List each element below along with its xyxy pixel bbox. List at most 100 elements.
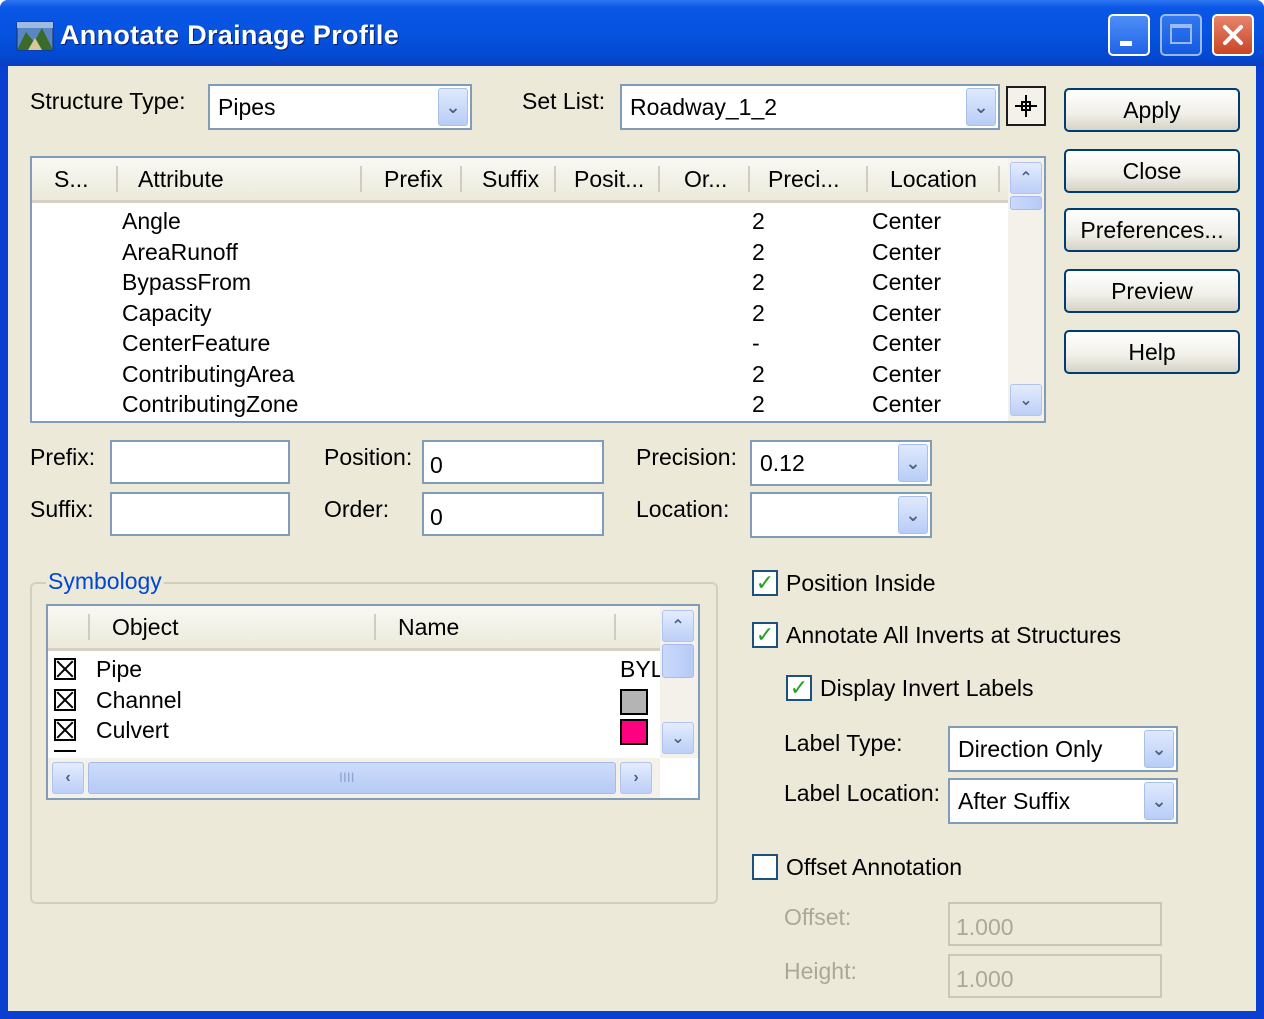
offset-input[interactable]: 1.000 [948, 902, 1162, 946]
table-row[interactable]: Angle 2 Center [32, 208, 1008, 239]
color-swatch[interactable] [620, 689, 648, 715]
col-header-name[interactable]: Name [398, 614, 459, 641]
scroll-thumb[interactable] [1010, 196, 1042, 210]
attribute-table-header: S... Attribute Prefix Suffix Posit... Or… [32, 158, 1008, 203]
symbology-vscrollbar[interactable]: ⌃ ⌄ [660, 606, 698, 758]
label-type-label: Label Type: [784, 730, 903, 756]
chevron-down-icon[interactable]: ⌄ [1144, 730, 1174, 768]
location-select[interactable]: ⌄ [750, 492, 932, 538]
minimize-icon [1120, 41, 1132, 46]
chevron-down-icon[interactable]: ⌄ [1144, 782, 1174, 820]
display-invert-labels-label[interactable]: Display Invert Labels [820, 675, 1034, 702]
dialog-window: Annotate Drainage Profile Structure Type… [0, 0, 1264, 1019]
suffix-input[interactable] [110, 492, 290, 536]
attribute-table[interactable]: S... Attribute Prefix Suffix Posit... Or… [30, 156, 1046, 423]
structure-type-label: Structure Type: [30, 88, 186, 114]
col-header-prefix[interactable]: Prefix [384, 166, 443, 193]
col-header-suffix[interactable]: Suffix [482, 166, 539, 193]
label-type-select[interactable]: Direction Only ⌄ [948, 726, 1178, 772]
height-input[interactable]: 1.000 [948, 954, 1162, 998]
label-location-value: After Suffix [958, 788, 1071, 814]
annotate-all-inverts-label[interactable]: Annotate All Inverts at Structures [786, 622, 1121, 649]
structure-type-value: Pipes [218, 94, 276, 120]
color-swatch[interactable] [620, 719, 648, 745]
prefix-input[interactable] [110, 440, 290, 484]
list-item[interactable]: Pipe BYL [48, 656, 664, 687]
table-row[interactable]: ContributingArea 2 Center [32, 361, 1008, 392]
precision-label: Precision: [636, 444, 737, 470]
object-cell: Culvert [96, 717, 169, 743]
table-row[interactable]: AreaRunoff 2 Center [32, 239, 1008, 270]
close-window-button[interactable] [1212, 14, 1254, 56]
chevron-down-icon[interactable]: ⌄ [662, 722, 694, 754]
position-input[interactable]: 0 [422, 440, 604, 484]
symbology-table[interactable]: Object Name Pipe BYL Channel Culvert ⌃ ⌄… [46, 604, 700, 800]
offset-annotation-label[interactable]: Offset Annotation [786, 854, 962, 881]
table-row[interactable]: BypassFrom 2 Center [32, 269, 1008, 300]
chevron-down-icon[interactable]: ⌄ [898, 444, 928, 482]
structure-type-select[interactable]: Pipes ⌄ [208, 84, 472, 130]
preferences-button[interactable]: Preferences... [1064, 208, 1240, 252]
scroll-thumb[interactable]: IIII [88, 762, 616, 794]
scroll-thumb[interactable] [662, 644, 694, 678]
precision-cell: 2 [752, 239, 765, 265]
position-label: Position: [324, 444, 413, 470]
attribute-cell: CenterFeature [122, 330, 271, 356]
minimize-button[interactable] [1108, 14, 1150, 56]
chevron-up-icon[interactable]: ⌃ [1010, 162, 1042, 194]
chevron-left-icon[interactable]: ‹ [52, 762, 84, 794]
chevron-right-icon[interactable]: › [620, 762, 652, 794]
checkbox-x-icon[interactable] [54, 658, 76, 680]
display-invert-labels-checkbox[interactable]: ✓ [786, 675, 812, 701]
table-row[interactable]: Capacity 2 Center [32, 300, 1008, 331]
order-label: Order: [324, 496, 390, 522]
col-header-attribute[interactable]: Attribute [138, 166, 224, 193]
checkbox-x-icon[interactable] [54, 719, 76, 741]
table-row[interactable]: ContributingZone 2 Center [32, 391, 1008, 421]
col-header-object[interactable]: Object [112, 614, 178, 641]
list-item[interactable]: Channel [48, 687, 660, 718]
annotate-all-inverts-checkbox[interactable]: ✓ [752, 622, 778, 648]
symbology-title: Symbology [46, 568, 164, 595]
value-cell: BYL [620, 656, 664, 682]
set-list-value: Roadway_1_2 [630, 94, 778, 120]
col-header-s[interactable]: S... [54, 166, 89, 193]
position-value: 0 [430, 452, 443, 478]
table-row[interactable]: CenterFeature - Center [32, 330, 1008, 361]
app-icon [16, 21, 54, 51]
col-header-location[interactable]: Location [890, 166, 977, 193]
help-button[interactable]: Help [1064, 330, 1240, 374]
attribute-cell: Angle [122, 208, 181, 234]
symbology-hscrollbar[interactable]: ‹ IIII › [48, 758, 660, 798]
chevron-up-icon[interactable]: ⌃ [662, 610, 694, 642]
col-header-precision[interactable]: Preci... [768, 166, 840, 193]
maximize-button[interactable] [1160, 14, 1202, 56]
close-button[interactable]: Close [1064, 149, 1240, 193]
offset-value: 1.000 [956, 914, 1014, 940]
chevron-down-icon[interactable]: ⌄ [966, 88, 996, 126]
precision-select[interactable]: 0.12 ⌄ [750, 440, 932, 486]
suffix-label: Suffix: [30, 496, 94, 522]
offset-annotation-checkbox[interactable] [752, 854, 778, 880]
set-list-select[interactable]: Roadway_1_2 ⌄ [620, 84, 1000, 130]
list-item[interactable]: Culvert [48, 717, 660, 748]
attribute-table-scrollbar[interactable]: ⌃ ⌄ [1008, 158, 1044, 421]
label-location-label: Label Location: [784, 780, 941, 806]
order-input[interactable]: 0 [422, 492, 604, 536]
title-bar[interactable]: Annotate Drainage Profile [0, 0, 1264, 66]
chevron-down-icon[interactable]: ⌄ [1010, 384, 1042, 416]
chevron-down-icon[interactable]: ⌄ [438, 88, 468, 126]
checkbox-x-icon[interactable] [54, 689, 76, 711]
chevron-down-icon[interactable]: ⌄ [898, 496, 928, 534]
col-header-position[interactable]: Posit... [574, 166, 644, 193]
col-header-order[interactable]: Or... [684, 166, 727, 193]
position-inside-checkbox[interactable]: ✓ [752, 570, 778, 596]
label-location-select[interactable]: After Suffix ⌄ [948, 778, 1178, 824]
location-cell: Center [872, 330, 942, 356]
preview-button[interactable]: Preview [1064, 269, 1240, 313]
apply-button[interactable]: Apply [1064, 88, 1240, 132]
position-inside-label[interactable]: Position Inside [786, 570, 936, 597]
pick-set-button[interactable] [1006, 86, 1046, 126]
location-cell: Center [872, 391, 942, 417]
window-title: Annotate Drainage Profile [60, 20, 400, 50]
